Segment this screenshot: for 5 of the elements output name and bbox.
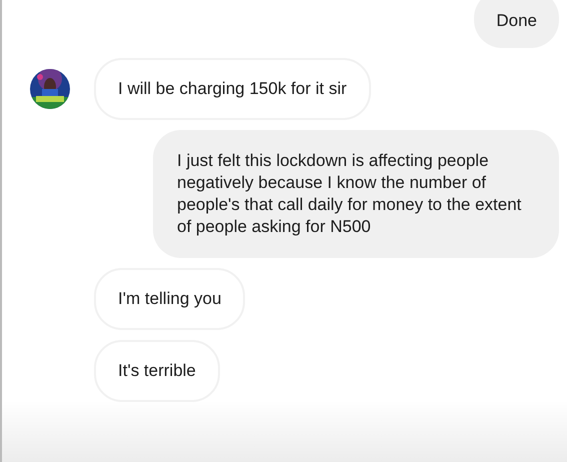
message-bubble: I just felt this lockdown is affecting people negatively because I know the number of people's that call daily for money to the extent of people asking for N500 (153, 130, 559, 258)
message-bubble: It's terrible (94, 340, 220, 402)
message-bubble: I will be charging 150k for it sir (94, 58, 371, 120)
message-bubble: I'm telling you (94, 268, 246, 330)
message-bubble: Done (474, 0, 559, 48)
